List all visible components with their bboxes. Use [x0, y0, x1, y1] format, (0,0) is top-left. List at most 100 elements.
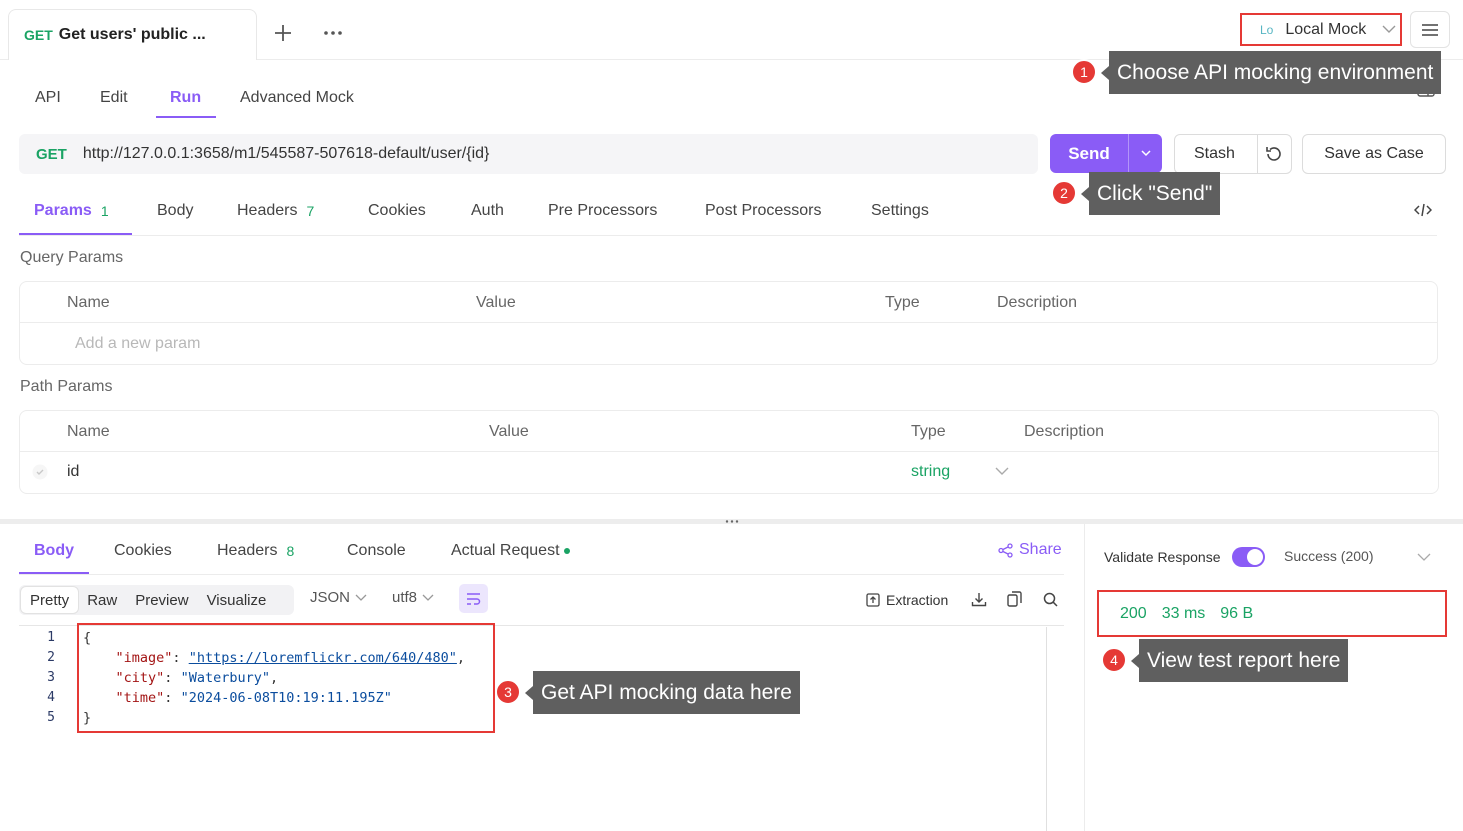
- share-button[interactable]: Share: [998, 541, 1062, 559]
- headers-count-badge: 7: [306, 203, 315, 219]
- response-pane-divider: [1084, 524, 1085, 831]
- tab-auth[interactable]: Auth: [471, 198, 504, 224]
- param-name[interactable]: id: [67, 463, 79, 481]
- environment-name: Local Mock: [1285, 20, 1367, 38]
- share-icon: [998, 542, 1013, 558]
- search-icon[interactable]: [1043, 592, 1058, 607]
- column-value: Value: [489, 423, 529, 440]
- subtab-advanced-mock[interactable]: Advanced Mock: [240, 78, 354, 118]
- response-size: 96 B: [1220, 604, 1254, 622]
- resp-tab-body[interactable]: Body: [34, 538, 74, 564]
- annotation-tooltip: Click "Send": [1080, 172, 1221, 215]
- validate-response-toggle[interactable]: [1232, 547, 1265, 567]
- subtab-api[interactable]: API: [35, 78, 61, 118]
- annotation-badge: 4: [1101, 647, 1127, 673]
- view-mode-pretty[interactable]: Pretty: [21, 587, 79, 613]
- request-method[interactable]: GET: [36, 146, 67, 163]
- send-button-label: Send: [1068, 143, 1110, 163]
- tab-params[interactable]: Params 1: [34, 198, 109, 224]
- column-name: Name: [67, 294, 110, 311]
- share-label: Share: [1019, 541, 1062, 558]
- validation-status-select[interactable]: Success (200): [1284, 548, 1373, 564]
- tab-settings[interactable]: Settings: [871, 198, 929, 224]
- view-mode-preview[interactable]: Preview: [126, 587, 197, 613]
- stash-separator: [1257, 135, 1258, 173]
- response-time: 33 ms: [1161, 604, 1206, 622]
- chevron-down-icon[interactable]: [1417, 553, 1431, 562]
- environment-abbr: Lo: [1260, 22, 1274, 37]
- query-params-table: Name Value Type Description Add a new pa…: [19, 281, 1438, 365]
- annotation-tooltip: Get API mocking data here: [525, 671, 800, 714]
- status-code: 200: [1120, 604, 1147, 622]
- format-select[interactable]: JSON: [310, 589, 367, 606]
- active-request-tab-indicator: [19, 233, 132, 235]
- history-icon[interactable]: [1265, 145, 1283, 163]
- document-tab[interactable]: GET Get users' public ...: [8, 9, 257, 60]
- column-type: Type: [885, 294, 920, 311]
- line-number: 4: [47, 690, 55, 705]
- environment-select[interactable]: Lo Local Mock: [1240, 13, 1402, 46]
- tab-post-processors[interactable]: Post Processors: [705, 198, 821, 224]
- line-number: 3: [47, 670, 55, 685]
- resp-tab-actual-request-label: Actual Request: [451, 542, 560, 559]
- tab-pre-processors[interactable]: Pre Processors: [548, 198, 657, 224]
- tab-body[interactable]: Body: [157, 198, 193, 224]
- active-subtab-indicator: [156, 116, 216, 118]
- param-type[interactable]: string: [911, 463, 950, 481]
- resp-headers-count-badge: 8: [286, 543, 295, 559]
- query-params-title: Query Params: [20, 249, 124, 266]
- copy-icon[interactable]: [1007, 591, 1022, 607]
- validate-response-label: Validate Response: [1104, 549, 1221, 565]
- tab-headers-label: Headers: [237, 202, 298, 219]
- extraction-label: Extraction: [886, 592, 949, 608]
- encoding-value: utf8: [392, 589, 418, 606]
- send-options-chevron-icon[interactable]: [1129, 150, 1162, 157]
- request-tabs-divider: [19, 235, 1437, 236]
- resp-tab-console[interactable]: Console: [347, 538, 406, 564]
- subtab-edit[interactable]: Edit: [100, 78, 128, 118]
- encoding-select[interactable]: utf8: [392, 589, 434, 606]
- response-stats: 200 33 ms 96 B: [1097, 590, 1447, 637]
- annotation-tooltip: Choose API mocking environment: [1100, 51, 1442, 94]
- new-tab-icon[interactable]: [274, 24, 292, 42]
- row-checkbox-icon[interactable]: [32, 464, 48, 480]
- status-dot-icon: [563, 548, 570, 554]
- resize-handle-icon[interactable]: [725, 520, 739, 523]
- subtab-run[interactable]: Run: [170, 78, 201, 118]
- column-description: Description: [997, 294, 1078, 311]
- resp-tab-headers[interactable]: Headers 8: [217, 538, 294, 564]
- download-icon[interactable]: [971, 592, 987, 607]
- view-mode-raw[interactable]: Raw: [78, 587, 126, 613]
- params-count-badge: 1: [100, 203, 109, 219]
- add-param-input[interactable]: Add a new param: [75, 335, 200, 353]
- path-params-table: Name Value Type Description id string: [19, 410, 1439, 494]
- code-scrollbar[interactable]: [1046, 627, 1047, 831]
- wrap-lines-button[interactable]: [459, 584, 488, 613]
- format-value: JSON: [310, 589, 351, 606]
- tab-headers[interactable]: Headers 7: [237, 198, 314, 224]
- active-response-tab-indicator: [19, 572, 89, 574]
- more-icon[interactable]: [323, 30, 343, 36]
- code-icon[interactable]: [1414, 203, 1432, 217]
- view-mode-switch: Pretty Raw Preview Visualize: [19, 585, 294, 615]
- resp-tab-actual-request[interactable]: Actual Request: [451, 538, 570, 564]
- url-input[interactable]: http://127.0.0.1:3658/m1/545587-507618-d…: [83, 145, 490, 163]
- column-type: Type: [911, 423, 946, 440]
- toggle-knob: [1247, 549, 1263, 565]
- extraction-button[interactable]: Extraction: [866, 592, 948, 608]
- hamburger-icon: [1422, 23, 1438, 36]
- annotation-badge: 3: [495, 679, 521, 705]
- tab-cookies[interactable]: Cookies: [368, 198, 426, 224]
- send-button[interactable]: Send: [1050, 134, 1162, 173]
- path-params-title: Path Params: [20, 378, 113, 395]
- extraction-icon: [866, 593, 880, 607]
- resp-tab-cookies[interactable]: Cookies: [114, 538, 172, 564]
- view-mode-visualize[interactable]: Visualize: [198, 587, 276, 613]
- chevron-down-icon[interactable]: [995, 466, 1009, 476]
- url-bar[interactable]: GET http://127.0.0.1:3658/m1/545587-5076…: [19, 134, 1038, 174]
- save-as-case-button[interactable]: Save as Case: [1302, 134, 1446, 174]
- column-name: Name: [67, 423, 110, 440]
- menu-button[interactable]: [1410, 11, 1450, 48]
- chevron-down-icon: [1382, 24, 1396, 34]
- chevron-down-icon: [422, 594, 434, 602]
